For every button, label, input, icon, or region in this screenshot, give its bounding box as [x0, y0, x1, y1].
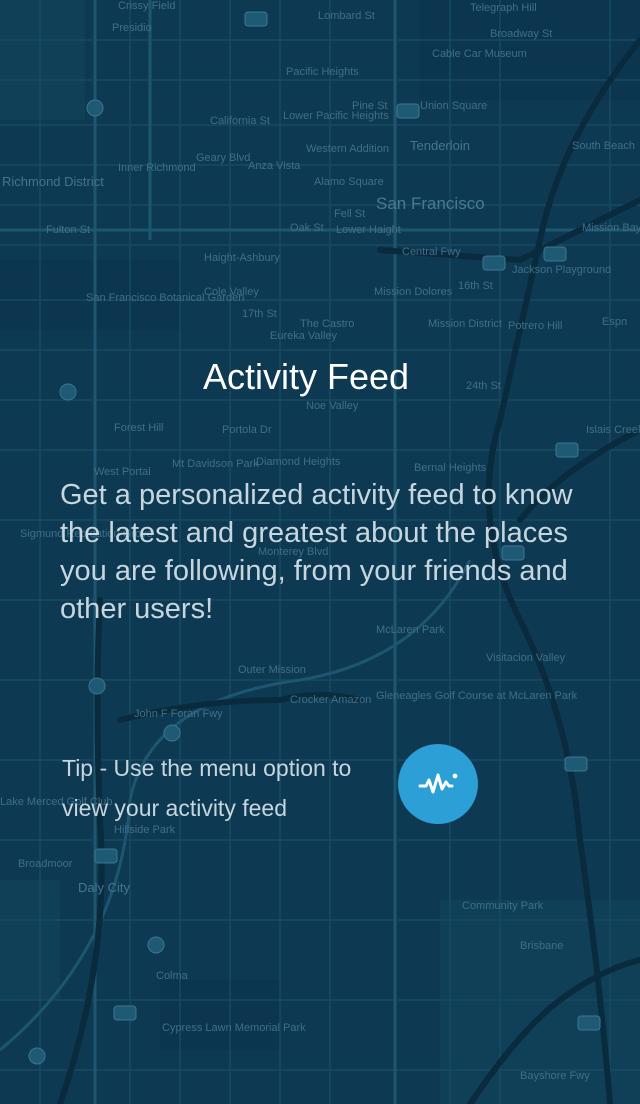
tip-text: Tip - Use the menu option to view your a…	[62, 755, 352, 821]
page-title: Activity Feed	[202, 356, 410, 397]
map-label: California St	[210, 115, 270, 127]
map-label: Inner Richmond	[118, 162, 196, 174]
map-label: Fell St	[334, 208, 366, 220]
map-label: Visitacion Valley	[486, 652, 566, 664]
map-label: Potrero Hill	[508, 320, 563, 332]
map-label: Jackson Playground	[512, 264, 612, 276]
map-label: Pine St	[352, 100, 388, 112]
map-label: Brisbane	[520, 940, 564, 952]
map-label: Colma	[156, 970, 188, 982]
map-label: Community Park	[462, 900, 544, 912]
map-label: Telegraph Hill	[470, 2, 537, 14]
map-label: Fulton St	[46, 224, 91, 236]
map-label: Eureka Valley	[270, 330, 338, 342]
map-label: Broadmoor	[18, 858, 73, 870]
map-label: 17th St	[242, 308, 277, 320]
map-label: Mt Davidson Park	[172, 458, 259, 470]
map-label: 16th St	[458, 280, 493, 292]
map-label: Cypress Lawn Memorial Park	[162, 1022, 306, 1034]
map-label: South Beach	[572, 140, 635, 152]
map-label: Cable Car Museum	[432, 48, 527, 60]
map-label: Lombard St	[318, 10, 375, 22]
map-label: Union Square	[420, 100, 488, 112]
feature-description: Get a personalized activity feed to know…	[60, 479, 573, 625]
map-label: Espn	[602, 316, 628, 328]
map-label: Oak St	[290, 222, 324, 234]
map-label: Geary Blvd	[196, 152, 251, 164]
map-label: Central Fwy	[402, 246, 461, 258]
map-label: Alamo Square	[314, 176, 384, 188]
map-label: San Francisco	[376, 194, 485, 213]
map-label: Tenderloin	[410, 138, 470, 153]
map-label: Anza Vista	[248, 160, 301, 172]
map-label: Bernal Heights	[414, 462, 487, 474]
map-label: Crissy Field	[118, 0, 176, 12]
map-label: Portola Dr	[222, 424, 272, 436]
map-label: Lower Haight	[336, 224, 401, 236]
map-label: Mission District	[428, 318, 502, 330]
map-label: Islais Creek	[586, 424, 640, 436]
map-label: Mission Bay	[582, 222, 640, 234]
map-label: Mission Dolores	[374, 286, 453, 298]
map-label: Crocker Amazon	[290, 694, 372, 706]
map-label: The Castro	[300, 318, 355, 330]
map-label: Broadway St	[490, 28, 553, 40]
map-label: Haight-Ashbury	[204, 252, 280, 264]
map-label: Presidio	[112, 22, 152, 34]
map-label: Forest Hill	[114, 422, 164, 434]
map-label: Gleneagles Golf Course at McLaren Park	[376, 690, 578, 702]
map-label: Bayshore Fwy	[520, 1070, 590, 1082]
map-label: Daly City	[78, 880, 131, 895]
map-label: Outer Mission	[238, 664, 306, 676]
map-label: Diamond Heights	[256, 456, 341, 468]
activity-pulse-icon	[398, 744, 478, 824]
map-label: Western Addition	[306, 143, 389, 155]
map-label: Pacific Heights	[286, 66, 359, 78]
map-label: John F Foran Fwy	[134, 708, 223, 720]
map-label: Noe Valley	[306, 400, 359, 412]
map-label: Richmond District	[2, 174, 104, 189]
map-label: San Francisco Botanical Garden	[86, 292, 245, 304]
